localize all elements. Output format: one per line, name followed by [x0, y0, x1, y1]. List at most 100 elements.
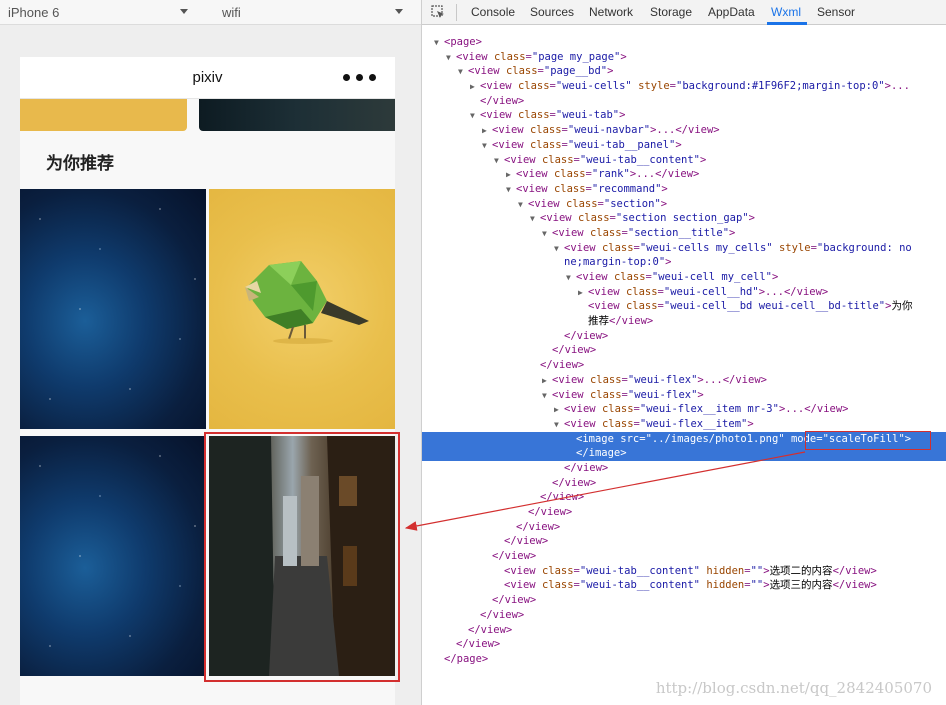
collapsed-triangle-icon[interactable]: ▶	[482, 124, 492, 139]
expanded-triangle-icon[interactable]: ▼	[446, 51, 456, 66]
tab-console[interactable]: Console	[471, 0, 515, 25]
tree-node[interactable]: 推荐</view>	[422, 314, 946, 329]
tree-node-markup: </view>	[504, 535, 549, 548]
tree-node-markup: <view class="page__bd">	[468, 65, 614, 78]
tree-node[interactable]: ▶ <view class="weui-flex__item mr-3">...<…	[422, 402, 946, 417]
tree-node[interactable]: </view>	[422, 329, 946, 344]
tree-node[interactable]: ▼ <view class="section section_gap">	[422, 211, 946, 226]
collapsed-triangle-icon[interactable]: ▶	[470, 80, 480, 95]
tree-node-markup: ne;margin-top:0">	[564, 256, 672, 269]
tree-node[interactable]: </view>	[422, 476, 946, 491]
mode-attribute-highlight	[805, 431, 931, 450]
expanded-triangle-icon[interactable]: ▼	[542, 227, 552, 242]
tree-node-markup: <view class="weui-tab__content" hidden="…	[504, 579, 877, 592]
collapsed-triangle-icon[interactable]: ▶	[542, 374, 552, 389]
tree-node[interactable]: </view>	[422, 461, 946, 476]
expanded-triangle-icon[interactable]: ▼	[470, 109, 480, 124]
tree-node[interactable]: </view>	[422, 94, 946, 109]
expanded-triangle-icon[interactable]: ▼	[542, 389, 552, 404]
tree-node[interactable]: </view>	[422, 637, 946, 652]
tree-node[interactable]: ▶ <view class="rank">...</view>	[422, 167, 946, 182]
image-bird[interactable]	[209, 189, 395, 429]
tree-node[interactable]: ▶ <view class="weui-cells" style="backgro…	[422, 79, 946, 94]
bird-illustration	[245, 261, 369, 344]
more-icon[interactable]	[343, 73, 377, 83]
tab-sources[interactable]: Sources	[530, 0, 574, 25]
nav-title: pixiv	[192, 69, 223, 86]
tree-node-markup: <view class="section">	[528, 197, 668, 210]
tab-storage[interactable]: Storage	[650, 0, 692, 25]
tab-network[interactable]: Network	[589, 0, 633, 25]
tree-node[interactable]: ▼ <view class="weui-cells my_cells" style…	[422, 241, 946, 256]
tree-node[interactable]: ▼ <view class="page my_page">	[422, 50, 946, 65]
collapsed-triangle-icon[interactable]: ▶	[554, 403, 564, 418]
tree-node-markup: </view>	[564, 461, 609, 474]
inspect-cursor-icon[interactable]	[431, 5, 446, 20]
navigation-bar: pixiv	[20, 57, 395, 99]
expanded-triangle-icon[interactable]: ▼	[554, 242, 564, 257]
image-partial-dark[interactable]	[199, 99, 395, 131]
tree-node-markup: <view class="weui-cells my_cells" style=…	[564, 241, 912, 254]
tree-node[interactable]: ▼ <view class="weui-flex__item">	[422, 417, 946, 432]
tab-sensor[interactable]: Sensor	[817, 0, 855, 25]
tree-node-markup: </view>	[456, 638, 501, 651]
tree-node[interactable]: ne;margin-top:0">	[422, 255, 946, 270]
tree-node[interactable]: <view class="weui-tab__content" hidden="…	[422, 564, 946, 579]
device-select[interactable]: iPhone 6	[8, 0, 59, 25]
tree-node[interactable]: </view>	[422, 608, 946, 623]
expanded-triangle-icon[interactable]: ▼	[554, 418, 564, 433]
tree-node[interactable]: </view>	[422, 490, 946, 505]
tree-node[interactable]: </view>	[422, 358, 946, 373]
expanded-triangle-icon[interactable]: ▼	[482, 139, 492, 154]
device-dropdown-icon[interactable]	[180, 9, 188, 14]
tree-node-markup: </view>	[480, 608, 525, 621]
expanded-triangle-icon[interactable]: ▼	[530, 212, 540, 227]
tree-node-markup: <view class="weui-cell__bd weui-cell__bd…	[588, 300, 913, 313]
tree-node[interactable]: </view>	[422, 534, 946, 549]
tree-node[interactable]: </view>	[422, 343, 946, 358]
tree-node-markup: </view>	[492, 550, 537, 563]
tree-node[interactable]: ▼ <view class="section__title">	[422, 226, 946, 241]
expanded-triangle-icon[interactable]: ▼	[458, 65, 468, 80]
expanded-triangle-icon[interactable]: ▼	[506, 183, 516, 198]
tree-node[interactable]: ▶ <view class="weui-flex">...</view>	[422, 373, 946, 388]
expanded-triangle-icon[interactable]: ▼	[434, 36, 444, 51]
tree-node[interactable]: </view>	[422, 505, 946, 520]
tree-node[interactable]: ▶ <view class="weui-navbar">...</view>	[422, 123, 946, 138]
tree-node[interactable]: </view>	[422, 623, 946, 638]
network-select[interactable]: wifi	[222, 0, 241, 25]
tree-node[interactable]: </view>	[422, 549, 946, 564]
network-dropdown-icon[interactable]	[395, 9, 403, 14]
tree-node[interactable]: </view>	[422, 520, 946, 535]
expanded-triangle-icon[interactable]: ▼	[494, 154, 504, 169]
devtools-pane: Console Sources Network Storage AppData …	[421, 0, 946, 705]
tree-node[interactable]: <view class="weui-tab__content" hidden="…	[422, 578, 946, 593]
tree-node[interactable]: ▶ <view class="weui-cell__hd">...</view>	[422, 285, 946, 300]
tree-node[interactable]: ▼ <view class="weui-flex">	[422, 388, 946, 403]
tree-node[interactable]: ▼ <view class="weui-cell my_cell">	[422, 270, 946, 285]
image-partial-yellow[interactable]	[20, 99, 187, 131]
collapsed-triangle-icon[interactable]: ▶	[578, 286, 588, 301]
tree-node[interactable]: ▼ <view class="page__bd">	[422, 64, 946, 79]
section-title: 为你推荐	[46, 154, 114, 174]
tree-node[interactable]: ▼ <page>	[422, 35, 946, 50]
tree-node-markup: <view class="weui-flex">	[552, 388, 704, 401]
expanded-triangle-icon[interactable]: ▼	[566, 271, 576, 286]
collapsed-triangle-icon[interactable]: ▶	[506, 168, 516, 183]
tree-node[interactable]: </view>	[422, 593, 946, 608]
tree-node[interactable]: <view class="weui-cell__bd weui-cell__bd…	[422, 299, 946, 314]
tree-node-markup: <view class="weui-tab">	[480, 109, 626, 122]
expanded-triangle-icon[interactable]: ▼	[518, 198, 528, 213]
tree-node[interactable]: ▼ <view class="recommand">	[422, 182, 946, 197]
tree-node[interactable]: ▼ <view class="weui-tab">	[422, 108, 946, 123]
tree-node[interactable]: ▼ <view class="section">	[422, 197, 946, 212]
tree-node[interactable]: ▼ <view class="weui-tab__panel">	[422, 138, 946, 153]
image-space-2[interactable]	[20, 436, 206, 676]
tab-appdata[interactable]: AppData	[708, 0, 755, 25]
image-space-1[interactable]	[20, 189, 206, 429]
tree-node-markup: 推荐</view>	[588, 315, 654, 328]
tree-node[interactable]: ▼ <view class="weui-tab__content">	[422, 153, 946, 168]
tree-node[interactable]: </page>	[422, 652, 946, 667]
tree-node-markup: <view class="weui-flex__item mr-3">...</…	[564, 403, 849, 416]
tree-node-markup: <view class="weui-cell__hd">...</view>	[588, 285, 829, 298]
